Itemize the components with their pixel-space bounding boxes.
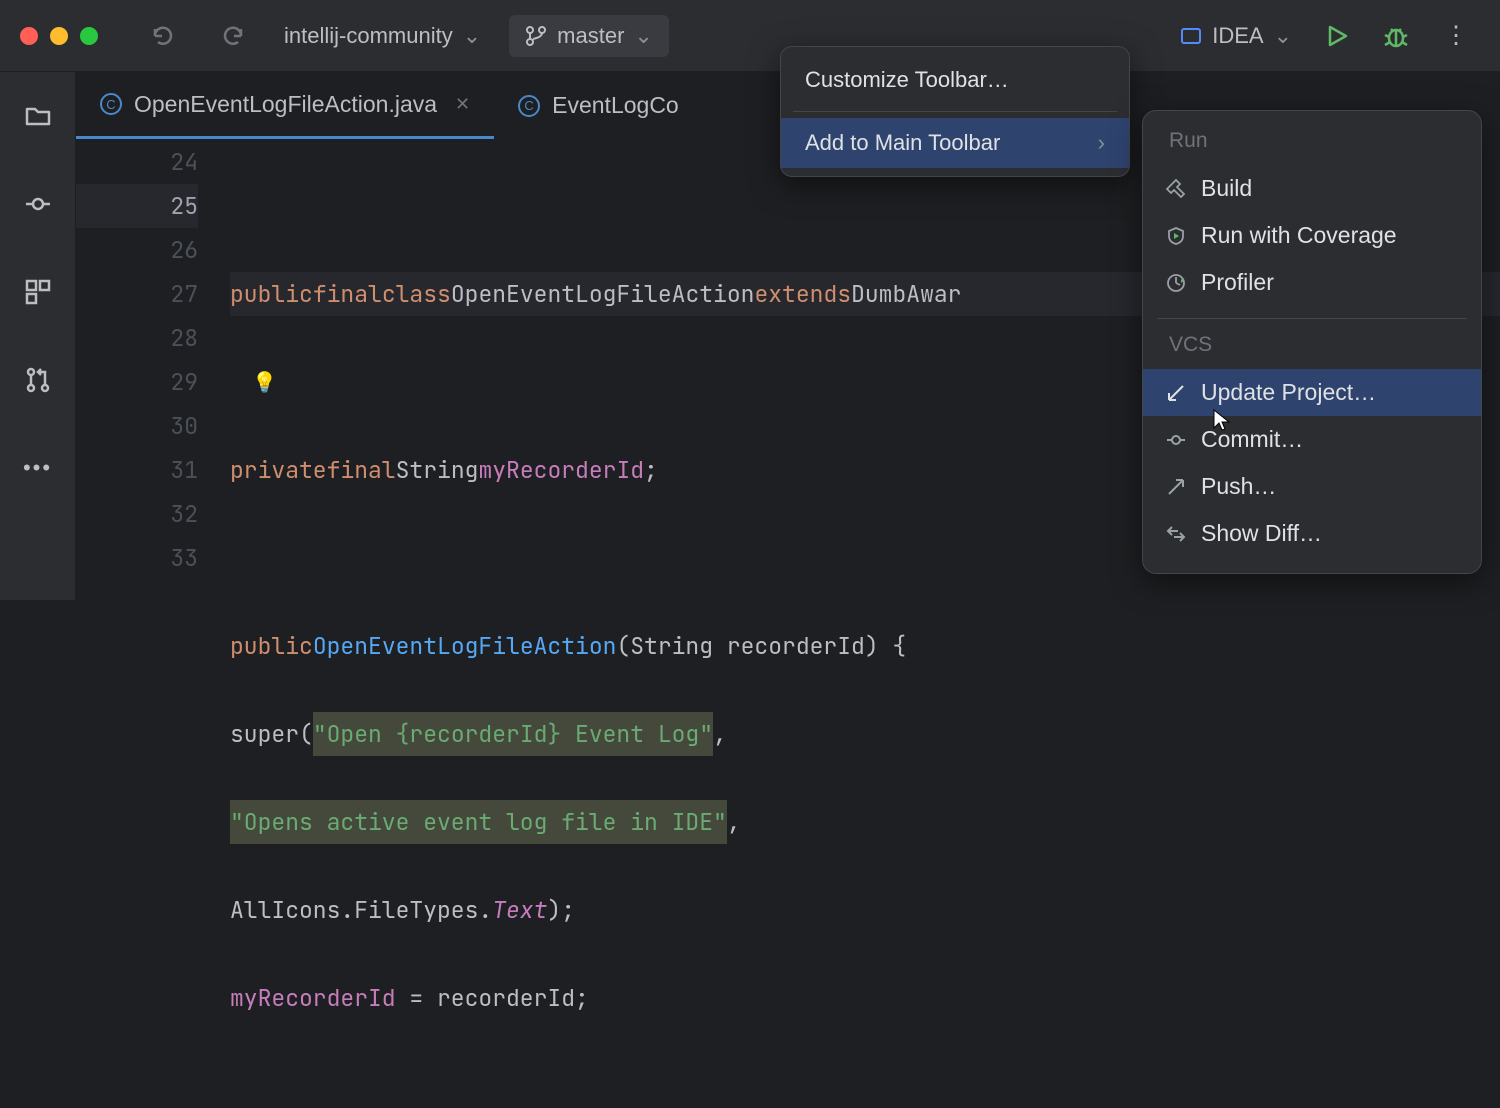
run-button[interactable] bbox=[1314, 17, 1360, 55]
submenu-separator bbox=[1157, 318, 1467, 319]
menu-item-customize-toolbar[interactable]: Customize Toolbar… bbox=[781, 55, 1129, 105]
menu-separator bbox=[793, 111, 1117, 112]
pull-requests-tool-button[interactable] bbox=[18, 360, 58, 400]
line-number: 28 bbox=[76, 316, 198, 360]
close-window-button[interactable] bbox=[20, 27, 38, 45]
commit-tool-button[interactable] bbox=[18, 184, 58, 224]
submenu-item-label: Profiler bbox=[1201, 269, 1274, 296]
submenu-item-label: Update Project… bbox=[1201, 379, 1376, 406]
line-number: 31 bbox=[76, 448, 198, 492]
debug-button[interactable] bbox=[1372, 17, 1420, 55]
code-line: AllIcons.FileTypes.Text); bbox=[230, 888, 1500, 932]
maximize-window-button[interactable] bbox=[80, 27, 98, 45]
submenu-item-profiler[interactable]: Profiler bbox=[1143, 259, 1481, 306]
submenu-item-label: Push… bbox=[1201, 473, 1276, 500]
line-number: 33 bbox=[76, 536, 198, 580]
git-branch-selector[interactable]: master ⌄ bbox=[509, 15, 669, 57]
ellipsis-icon: ••• bbox=[23, 455, 52, 481]
submenu-item-push[interactable]: Push… bbox=[1143, 463, 1481, 510]
submenu-item-update-project[interactable]: Update Project… bbox=[1143, 369, 1481, 416]
structure-icon bbox=[24, 278, 52, 306]
hammer-icon bbox=[1165, 179, 1187, 199]
push-icon bbox=[1165, 477, 1187, 497]
line-number: 26 bbox=[76, 228, 198, 272]
structure-tool-button[interactable] bbox=[18, 272, 58, 312]
code-line: "Opens active event log file in IDE", bbox=[230, 800, 1500, 844]
line-number: 32 bbox=[76, 492, 198, 536]
java-class-icon: C bbox=[518, 95, 540, 117]
java-class-icon: C bbox=[100, 93, 122, 115]
shield-run-icon bbox=[1165, 226, 1187, 246]
submenu-section-header: VCS bbox=[1143, 331, 1481, 369]
submenu-item-commit[interactable]: Commit… bbox=[1143, 416, 1481, 463]
gutter: 24 25 26 27 28 29 30 31 32 33 bbox=[76, 140, 226, 1108]
chevron-right-icon: › bbox=[1098, 130, 1105, 156]
branch-name: master bbox=[557, 23, 624, 49]
tab-label: EventLogCo bbox=[552, 92, 679, 119]
chevron-down-icon: ⌄ bbox=[634, 23, 652, 49]
submenu-item-build[interactable]: Build bbox=[1143, 165, 1481, 212]
line-number: 29 bbox=[76, 360, 198, 404]
titlebar: intellij-community ⌄ master ⌄ IDEA ⌄ ⋮ bbox=[0, 0, 1500, 72]
code-line: public OpenEventLogFileAction(String rec… bbox=[230, 624, 1500, 668]
update-icon bbox=[1165, 383, 1187, 403]
menu-item-label: Customize Toolbar… bbox=[805, 67, 1009, 93]
context-menu: Customize Toolbar… Add to Main Toolbar › bbox=[780, 46, 1130, 177]
submenu-item-run-with-coverage[interactable]: Run with Coverage bbox=[1143, 212, 1481, 259]
project-tool-button[interactable] bbox=[18, 96, 58, 136]
submenu-item-label: Show Diff… bbox=[1201, 520, 1322, 547]
submenu-section-header: Run bbox=[1143, 127, 1481, 165]
line-number: 24 bbox=[76, 140, 198, 184]
play-icon bbox=[1324, 23, 1350, 49]
intention-bulb-icon[interactable]: 💡 bbox=[252, 360, 277, 404]
submenu-add-to-toolbar: Run Build Run with Coverage Profiler VCS… bbox=[1142, 110, 1482, 574]
submenu-item-label: Build bbox=[1201, 175, 1252, 202]
editor-tab-active[interactable]: C OpenEventLogFileAction.java ✕ bbox=[76, 72, 494, 139]
submenu-item-show-diff[interactable]: Show Diff… bbox=[1143, 510, 1481, 557]
menu-item-label: Add to Main Toolbar bbox=[805, 130, 1000, 156]
editor-tab[interactable]: C EventLogCo bbox=[494, 72, 703, 139]
chevron-down-icon: ⌄ bbox=[1274, 23, 1292, 49]
branch-icon bbox=[525, 25, 547, 47]
run-config-name: IDEA bbox=[1212, 23, 1263, 49]
project-selector[interactable]: intellij-community ⌄ bbox=[268, 15, 497, 57]
line-number: 27 bbox=[76, 272, 198, 316]
tab-label: OpenEventLogFileAction.java bbox=[134, 91, 437, 118]
run-config-icon bbox=[1180, 25, 1202, 47]
bug-icon bbox=[1382, 23, 1410, 49]
more-tools-button[interactable]: ••• bbox=[18, 448, 58, 488]
submenu-item-label: Run with Coverage bbox=[1201, 222, 1397, 249]
more-actions-button[interactable]: ⋮ bbox=[1432, 15, 1480, 56]
kebab-icon: ⋮ bbox=[1444, 22, 1468, 49]
line-number-current: 25 bbox=[76, 184, 198, 228]
chevron-down-icon: ⌄ bbox=[463, 23, 481, 49]
submenu-item-label: Commit… bbox=[1201, 426, 1303, 453]
code-line: super("Open {recorderId} Event Log", bbox=[230, 712, 1500, 756]
line-number: 30 bbox=[76, 404, 198, 448]
window-controls bbox=[20, 27, 98, 45]
code-line: myRecorderId = recorderId; bbox=[230, 976, 1500, 1020]
commit-icon bbox=[1165, 430, 1187, 450]
undo-nav-button[interactable] bbox=[140, 20, 192, 52]
pull-request-icon bbox=[24, 366, 52, 394]
diff-icon bbox=[1165, 524, 1187, 544]
profiler-icon bbox=[1165, 273, 1187, 293]
redo-nav-button[interactable] bbox=[204, 20, 256, 52]
commit-icon bbox=[24, 190, 52, 218]
project-name: intellij-community bbox=[284, 23, 453, 49]
minimize-window-button[interactable] bbox=[50, 27, 68, 45]
close-tab-button[interactable]: ✕ bbox=[455, 94, 470, 115]
menu-item-add-to-main-toolbar[interactable]: Add to Main Toolbar › bbox=[781, 118, 1129, 168]
left-tool-stripe: ••• bbox=[0, 72, 76, 600]
run-configuration-selector[interactable]: IDEA ⌄ bbox=[1170, 17, 1302, 55]
folder-icon bbox=[24, 102, 52, 130]
